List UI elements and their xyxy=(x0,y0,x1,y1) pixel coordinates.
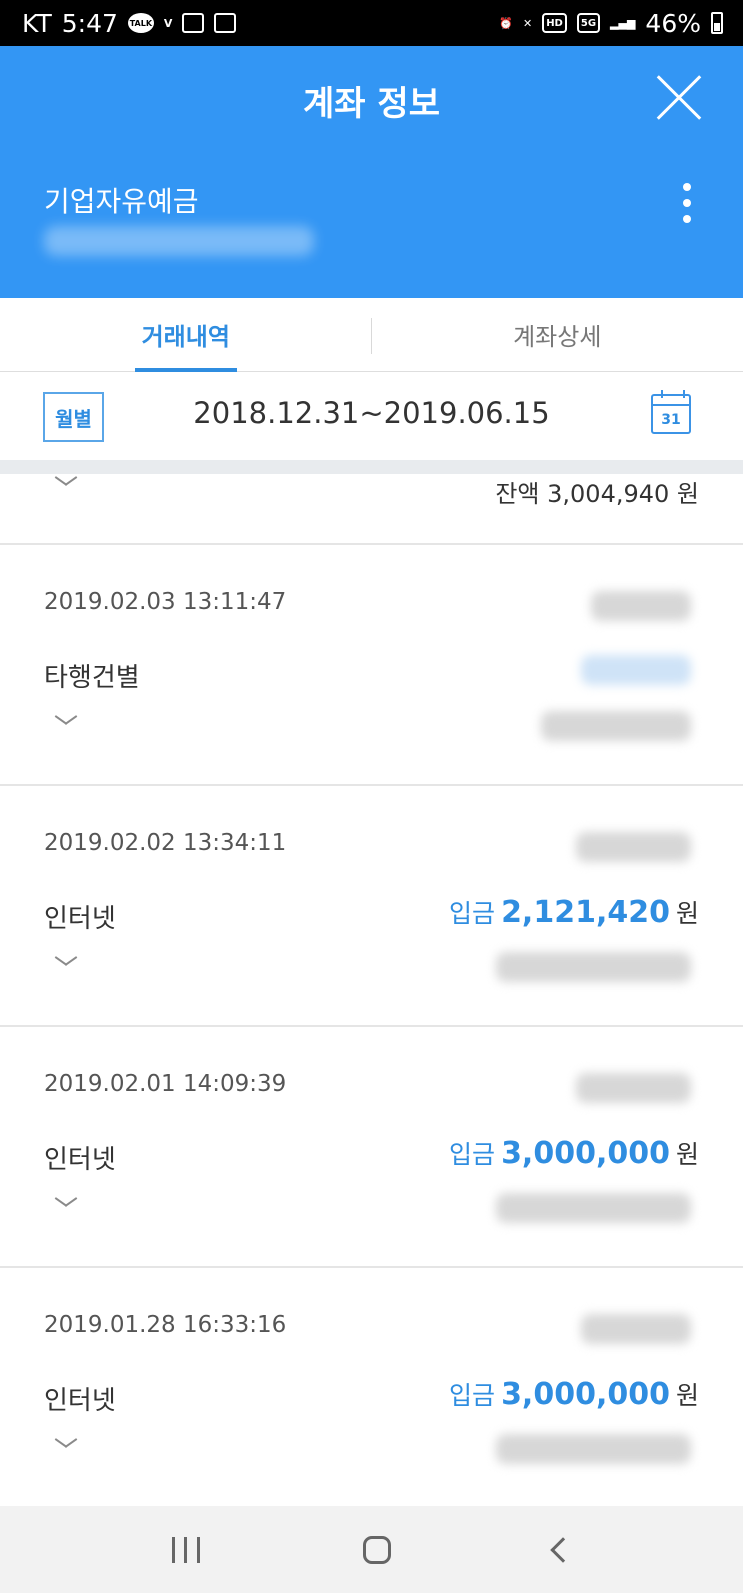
redacted-value xyxy=(591,591,691,621)
gallery-icon xyxy=(182,13,205,33)
list-item[interactable]: 2019.02.03 13:11:47 타행건별 xyxy=(0,545,743,786)
date-range[interactable]: 2018.12.31~2019.06.15 xyxy=(0,396,743,430)
amount-value: 2,121,420 xyxy=(501,895,670,930)
transaction-description: 타행건별 xyxy=(44,663,140,693)
page-title: 계좌 정보 xyxy=(303,84,440,124)
status-left: KT 5:47 TALK V xyxy=(22,8,237,38)
chevron-down-icon[interactable] xyxy=(54,952,74,972)
chevron-down-icon[interactable] xyxy=(54,1193,74,1213)
more-options-icon[interactable] xyxy=(679,183,695,223)
redacted-balance xyxy=(496,1434,691,1464)
transaction-description: 인터넷 xyxy=(44,904,116,934)
transaction-datetime: 2019.02.02 13:34:11 xyxy=(44,830,287,856)
amount-kind: 입금 xyxy=(449,899,496,928)
redacted-value xyxy=(576,832,691,862)
transaction-datetime: 2019.02.03 13:11:47 xyxy=(44,589,287,615)
hd-icon: HD xyxy=(542,13,567,33)
amount-value: 3,000,000 xyxy=(501,1136,670,1171)
alarm-icon: ⏰ xyxy=(499,16,513,30)
calendar-day: 31 xyxy=(661,412,681,428)
balance-text: 잔액 3,004,940 원 xyxy=(495,480,699,508)
status-bar: KT 5:47 TALK V ⏰ ✕ HD 5G ▂▄▆ 46% xyxy=(0,0,743,46)
redacted-balance xyxy=(496,1193,691,1223)
list-item[interactable]: 2019.02.02 13:34:11 인터넷 입금 2,121,420 원 xyxy=(0,786,743,1027)
tab-account-details[interactable]: 계좌상세 xyxy=(372,298,743,371)
redacted-value xyxy=(576,1073,691,1103)
redacted-balance xyxy=(496,952,691,982)
account-name: 기업자유예금 xyxy=(44,185,199,218)
battery-level: 46% xyxy=(645,8,701,38)
amount-value: 3,000,000 xyxy=(501,1377,670,1412)
status-right: ⏰ ✕ HD 5G ▂▄▆ 46% xyxy=(499,9,723,38)
5g-icon: 5G xyxy=(576,13,601,33)
list-item[interactable]: 2019.02.01 14:09:39 인터넷 입금 3,000,000 원 xyxy=(0,1027,743,1268)
chevron-down-icon[interactable] xyxy=(54,472,74,492)
kakaotalk-icon: TALK xyxy=(127,13,154,33)
battery-icon xyxy=(711,12,723,34)
mute-icon: ✕ xyxy=(522,16,533,30)
system-nav-bar xyxy=(0,1506,743,1593)
amount-unit: 원 xyxy=(675,1140,699,1169)
calendar-icon xyxy=(214,13,237,33)
transaction-amount: 입금 3,000,000 원 xyxy=(449,1135,699,1171)
amount-unit: 원 xyxy=(675,1381,699,1410)
back-icon[interactable] xyxy=(549,1536,576,1563)
home-icon[interactable] xyxy=(362,1535,391,1564)
transaction-list: 잔액 3,004,940 원 2019.02.03 13:11:47 타행건별 … xyxy=(0,474,743,1509)
amount-unit: 원 xyxy=(675,899,699,928)
calendar-icon[interactable]: 31 xyxy=(651,390,691,434)
transaction-datetime: 2019.01.28 16:33:16 xyxy=(44,1312,287,1338)
tab-divider xyxy=(371,318,372,354)
redacted-amount xyxy=(581,655,691,685)
signal-icon: ▂▄▆ xyxy=(610,16,636,30)
account-header: 계좌 정보 기업자유예금 xyxy=(0,46,743,298)
transaction-amount: 입금 3,000,000 원 xyxy=(449,1376,699,1412)
tab-bar: 거래내역 계좌상세 xyxy=(0,298,743,372)
redacted-balance xyxy=(541,711,691,741)
filter-divider xyxy=(0,460,743,474)
redacted-value xyxy=(581,1314,691,1344)
tab-transactions[interactable]: 거래내역 xyxy=(0,298,372,372)
list-item[interactable]: 2019.01.28 16:33:16 인터넷 입금 3,000,000 원 xyxy=(0,1268,743,1509)
carrier-label: KT xyxy=(22,8,52,38)
chevron-down-icon[interactable] xyxy=(54,711,74,731)
recent-apps-icon[interactable] xyxy=(171,1536,200,1563)
list-item[interactable]: 잔액 3,004,940 원 xyxy=(0,474,743,545)
clock: 5:47 xyxy=(61,8,118,38)
period-filter: 월별 2018.12.31~2019.06.15 31 xyxy=(0,372,743,460)
transaction-amount: 입금 2,121,420 원 xyxy=(449,894,699,930)
transaction-description: 인터넷 xyxy=(44,1386,116,1416)
close-icon[interactable] xyxy=(655,74,703,122)
volte-icon: V xyxy=(163,16,173,30)
chevron-down-icon[interactable] xyxy=(54,1434,74,1454)
amount-kind: 입금 xyxy=(449,1140,496,1169)
amount-kind: 입금 xyxy=(449,1381,496,1410)
account-number-redacted xyxy=(44,226,314,256)
transaction-datetime: 2019.02.01 14:09:39 xyxy=(44,1071,287,1097)
transaction-description: 인터넷 xyxy=(44,1145,116,1175)
